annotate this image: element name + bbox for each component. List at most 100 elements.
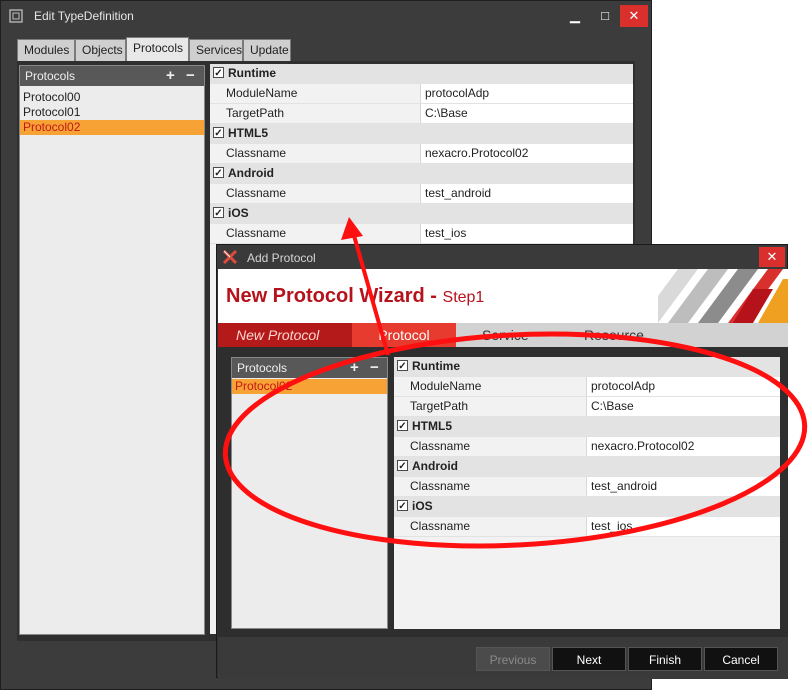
html5-checkbox[interactable]: ✓ — [213, 127, 224, 139]
group-row-android[interactable]: ✓ Android — [394, 457, 780, 477]
group-title: Runtime — [412, 359, 460, 373]
runtime-checkbox[interactable]: ✓ — [213, 67, 224, 79]
property-row[interactable]: ModuleName protocolAdp — [394, 377, 780, 397]
ios-checkbox[interactable]: ✓ — [397, 500, 408, 512]
dialog-title: Add Protocol — [247, 251, 316, 265]
remove-icon[interactable]: − — [370, 358, 379, 378]
wizard-step-label: Step1 — [442, 289, 485, 306]
dialog-titlebar[interactable]: Add Protocol ✕ — [217, 245, 787, 269]
property-row[interactable]: Classname test_android — [394, 477, 780, 497]
property-name: Classname — [410, 439, 471, 453]
group-row-runtime[interactable]: ✓ Runtime — [210, 64, 633, 84]
step-service: Service — [482, 327, 529, 343]
property-name: Classname — [410, 519, 471, 533]
property-value[interactable]: C:\Base — [586, 397, 780, 416]
group-row-ios[interactable]: ✓ iOS — [210, 204, 633, 224]
property-row[interactable]: Classname test_android — [210, 184, 633, 204]
previous-button[interactable]: Previous — [476, 647, 550, 671]
wizard-steps: New Protocol Protocol Service Resource — [218, 323, 788, 347]
list-header-label: Protocols — [237, 361, 288, 375]
property-name: Classname — [410, 479, 471, 493]
step-new-protocol: New Protocol — [218, 323, 352, 347]
list-item-protocol02[interactable]: Protocol02 — [20, 120, 204, 135]
group-row-html5[interactable]: ✓ HTML5 — [210, 124, 633, 144]
step-resource: Resource — [584, 327, 644, 343]
step-protocol: Protocol — [352, 323, 456, 347]
tab-update[interactable]: Update — [243, 39, 291, 61]
close-button[interactable]: ✕ — [620, 5, 648, 27]
add-icon[interactable]: + — [166, 66, 175, 86]
add-protocol-dialog: Add Protocol ✕ New Protocol Wizard - Ste… — [216, 244, 788, 679]
group-title: HTML5 — [228, 126, 268, 140]
tab-protocols[interactable]: Protocols — [126, 37, 189, 61]
protocols-list-panel: Protocols + − Protocol00 Protocol01 Prot… — [19, 65, 205, 635]
property-row[interactable]: Classname test_ios — [210, 224, 633, 244]
maximize-button[interactable]: □ — [591, 5, 619, 27]
property-value[interactable]: nexacro.Protocol02 — [420, 144, 633, 163]
property-row[interactable]: Classname nexacro.Protocol02 — [394, 437, 780, 457]
android-checkbox[interactable]: ✓ — [397, 460, 408, 472]
tab-objects[interactable]: Objects — [75, 39, 126, 61]
runtime-checkbox[interactable]: ✓ — [397, 360, 408, 372]
html5-checkbox[interactable]: ✓ — [397, 420, 408, 432]
property-row[interactable]: Classname test_ios — [394, 517, 780, 537]
group-row-android[interactable]: ✓ Android — [210, 164, 633, 184]
list-item-protocol00[interactable]: Protocol00 — [20, 90, 204, 105]
nexacro-logo-icon — [222, 249, 238, 265]
property-name: ModuleName — [226, 86, 298, 100]
list-item-protocol02[interactable]: Protocol02 — [232, 379, 387, 394]
property-name: Classname — [226, 186, 287, 200]
dialog-close-button[interactable]: ✕ — [759, 247, 785, 267]
property-row[interactable]: TargetPath C:\Base — [210, 104, 633, 124]
group-title: Runtime — [228, 66, 276, 80]
property-value[interactable]: test_ios — [586, 517, 780, 536]
group-title: HTML5 — [412, 419, 452, 433]
property-row[interactable]: ModuleName protocolAdp — [210, 84, 633, 104]
property-value[interactable]: nexacro.Protocol02 — [586, 437, 780, 456]
property-value[interactable]: protocolAdp — [586, 377, 780, 396]
property-value[interactable]: test_android — [586, 477, 780, 496]
group-row-ios[interactable]: ✓ iOS — [394, 497, 780, 517]
remove-icon[interactable]: − — [186, 66, 195, 86]
dialog-list-header: Protocols + − — [232, 358, 387, 378]
ios-checkbox[interactable]: ✓ — [213, 207, 224, 219]
decorative-stripes-icon — [658, 269, 788, 323]
minimize-button[interactable]: ▁ — [561, 5, 589, 27]
group-title: iOS — [412, 499, 433, 513]
property-value[interactable]: protocolAdp — [420, 84, 633, 103]
android-checkbox[interactable]: ✓ — [213, 167, 224, 179]
property-name: TargetPath — [226, 106, 285, 120]
protocols-list-header: Protocols + − — [20, 66, 204, 86]
property-value[interactable]: C:\Base — [420, 104, 633, 123]
dialog-property-grid: ✓ Runtime ModuleName protocolAdp TargetP… — [394, 357, 780, 629]
group-row-html5[interactable]: ✓ HTML5 — [394, 417, 780, 437]
dialog-footer: Previous Next Finish Cancel — [218, 637, 788, 679]
list-item-protocol01[interactable]: Protocol01 — [20, 105, 204, 120]
property-value[interactable]: test_android — [420, 184, 633, 203]
wizard-title: New Protocol Wizard - Step1 — [226, 285, 484, 308]
wizard-title-text: New Protocol Wizard - — [226, 285, 443, 307]
wizard-header: New Protocol Wizard - Step1 — [218, 269, 788, 323]
group-row-runtime[interactable]: ✓ Runtime — [394, 357, 780, 377]
tab-services[interactable]: Services — [189, 39, 243, 61]
property-name: TargetPath — [410, 399, 469, 413]
main-titlebar[interactable]: Edit TypeDefinition ▁ □ ✕ — [1, 1, 651, 31]
group-title: iOS — [228, 206, 249, 220]
dialog-protocols-list-panel: Protocols + − Protocol02 — [231, 357, 388, 629]
property-row[interactable]: Classname nexacro.Protocol02 — [210, 144, 633, 164]
window-title: Edit TypeDefinition — [34, 9, 134, 23]
list-header-label: Protocols — [25, 69, 76, 83]
tab-modules[interactable]: Modules — [17, 39, 75, 61]
property-value[interactable]: test_ios — [420, 224, 633, 243]
add-icon[interactable]: + — [350, 358, 359, 378]
group-title: Android — [228, 166, 274, 180]
app-icon — [9, 9, 23, 23]
property-name: ModuleName — [410, 379, 482, 393]
cancel-button[interactable]: Cancel — [704, 647, 778, 671]
property-name: Classname — [226, 146, 287, 160]
dialog-body: Protocols + − Protocol02 ✓ Runtime Modul… — [218, 347, 788, 637]
finish-button[interactable]: Finish — [628, 647, 702, 671]
property-row[interactable]: TargetPath C:\Base — [394, 397, 780, 417]
property-name: Classname — [226, 226, 287, 240]
next-button[interactable]: Next — [552, 647, 626, 671]
